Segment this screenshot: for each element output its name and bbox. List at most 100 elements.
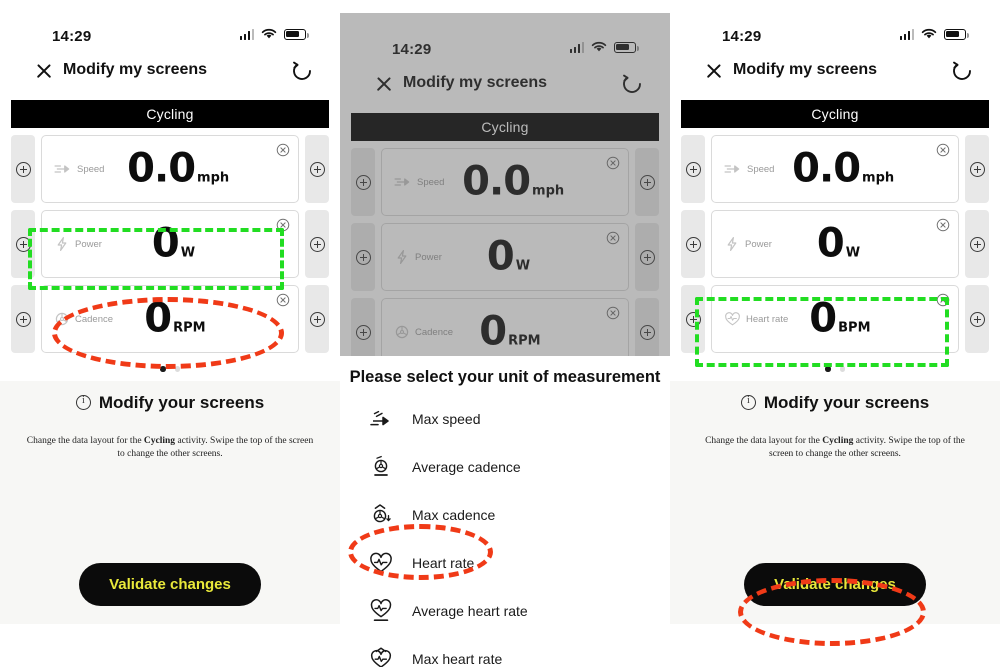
close-icon[interactable] [33,60,55,82]
validate-area: Validate changes [0,562,340,606]
info-circle-icon [740,395,756,410]
table-row: Power 0 W [681,210,989,278]
add-field-left-button[interactable] [681,285,705,353]
close-circle-icon[interactable] [606,156,620,170]
add-field-right-button[interactable] [305,285,329,353]
add-field-right-button[interactable] [635,298,659,356]
metric-card-speed[interactable]: Speed 0.0 mph [381,148,629,216]
page-dot[interactable] [174,366,180,372]
plus-circle-icon [309,311,325,327]
status-bar: 14:29 [340,13,670,65]
phone-panel-right: 14:29 Modify my screens Cycling Speed 0.… [670,0,1000,667]
add-field-left-button[interactable] [11,135,35,203]
status-bar: 14:29 [670,0,1000,52]
info-body: Change the data layout for the Cycling a… [670,435,1000,463]
add-field-right-button[interactable] [635,148,659,216]
plus-circle-icon [309,161,325,177]
page-dot-active[interactable] [825,366,831,372]
page-indicator [0,360,340,372]
close-circle-icon[interactable] [606,306,620,320]
add-field-right-button[interactable] [965,210,989,278]
add-field-right-button[interactable] [305,210,329,278]
metric-card-cadence[interactable]: Cadence 0 RPM [41,285,299,353]
add-field-left-button[interactable] [351,148,375,216]
add-field-left-button[interactable] [11,285,35,353]
metric-value-speed: 0.0 mph [462,162,564,202]
metric-unit: W [515,258,531,274]
reset-circular-arrow-icon[interactable] [290,59,314,83]
metric-card-power[interactable]: Power 0 W [711,210,959,278]
metric-name: Speed [417,176,445,188]
metric-number: 0 [144,295,172,342]
add-field-right-button[interactable] [635,223,659,291]
close-icon[interactable] [703,60,725,82]
validate-area: Validate changes [670,562,1000,606]
metric-name: Power [745,238,772,250]
metric-card-speed[interactable]: Speed 0.0 mph [41,135,299,203]
plus-circle-icon [685,311,701,327]
info-body-text-before: Change the data layout for the [26,435,144,446]
list-item-max-speed[interactable]: Max speed [340,395,670,443]
metric-card-cadence[interactable]: Cadence 0 RPM [381,298,629,356]
list-item-heart-rate[interactable]: Heart rate [340,539,670,587]
validate-changes-button[interactable]: Validate changes [744,562,926,606]
nav-bar: Modify my screens [340,65,670,107]
plus-circle-icon [639,324,655,340]
close-circle-icon[interactable] [276,293,290,307]
add-field-right-button[interactable] [965,135,989,203]
info-header: Modify your screens [0,393,340,413]
list-item-average-heart-rate[interactable]: Average heart rate [340,587,670,635]
page-title: Modify my screens [63,61,208,78]
add-field-left-button[interactable] [351,223,375,291]
data-rows-middle: Speed 0.0 mph Power 0 W Cadence 0 RPM [340,141,670,356]
metric-card-heart-rate[interactable]: Heart rate 0 BPM [711,285,959,353]
table-row: Speed 0.0 mph [11,135,329,203]
close-circle-icon[interactable] [276,218,290,232]
list-item-max-cadence[interactable]: Max cadence [340,491,670,539]
metric-card-speed[interactable]: Speed 0.0 mph [711,135,959,203]
list-item-average-cadence[interactable]: Average cadence [340,443,670,491]
status-bar-icons [899,28,969,40]
battery-icon [944,28,969,40]
plus-circle-icon [969,311,985,327]
metric-name: Cadence [75,313,114,325]
metric-unit: mph [197,170,230,186]
data-rows-right: Speed 0.0 mph Power 0 W Heart rate 0 BPM [670,128,1000,353]
metric-number: 0.0 [792,145,861,192]
metric-card-power[interactable]: Power 0 W [381,223,629,291]
info-title: Modify your screens [98,392,265,412]
reset-circular-arrow-icon[interactable] [950,59,974,83]
cadence-icon [55,312,69,326]
list-item-label: Max speed [412,411,481,427]
add-field-right-button[interactable] [305,135,329,203]
metric-number: 0 [486,233,515,280]
speed-arrow-icon [394,178,410,186]
page-dot-active[interactable] [160,366,166,372]
close-icon[interactable] [373,73,395,95]
metric-card-power[interactable]: Power 0 W [41,210,299,278]
plus-circle-icon [639,249,655,265]
nav-bar: Modify my screens [670,52,1000,94]
add-field-left-button[interactable] [681,135,705,203]
phone-panel-middle: 14:29 Modify my screens Cycling Speed 0.… [340,0,670,667]
plus-circle-icon [639,174,655,190]
validate-changes-button[interactable]: Validate changes [79,562,261,606]
plus-circle-icon [685,236,701,252]
plus-circle-icon [355,174,371,190]
list-item-max-heart-rate[interactable]: Max heart rate [340,635,670,667]
page-dot[interactable] [839,366,845,372]
close-circle-icon[interactable] [606,231,620,245]
add-field-left-button[interactable] [11,210,35,278]
close-circle-icon[interactable] [936,293,950,307]
close-circle-icon[interactable] [936,143,950,157]
add-field-left-button[interactable] [681,210,705,278]
reset-circular-arrow-icon[interactable] [620,72,644,96]
close-circle-icon[interactable] [276,143,290,157]
add-field-left-button[interactable] [351,298,375,356]
add-field-right-button[interactable] [965,285,989,353]
info-circle-icon [75,395,91,410]
activity-label: Cycling [481,119,529,135]
close-circle-icon[interactable] [936,218,950,232]
metric-unit: BPM [838,320,871,336]
plus-circle-icon [309,236,325,252]
